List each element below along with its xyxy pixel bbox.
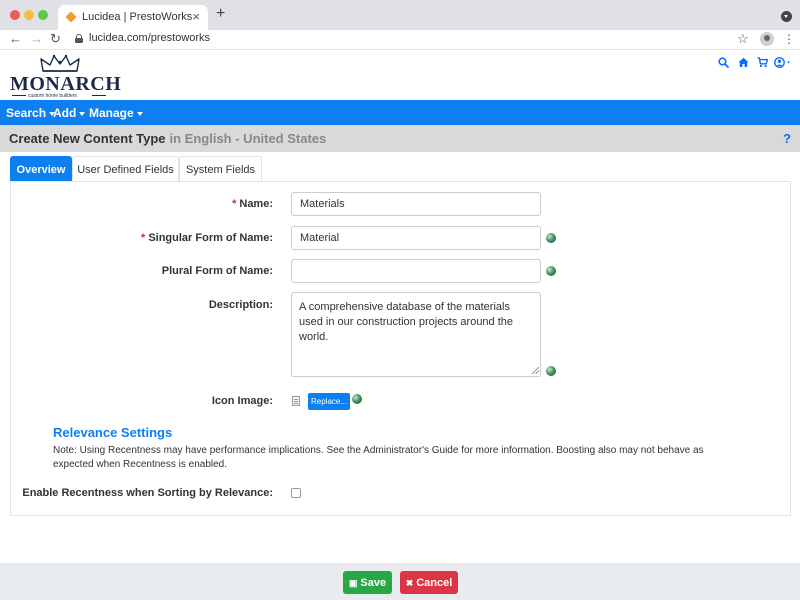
url-field[interactable]: lucidea.com/prestoworks: [89, 32, 210, 44]
kebab-menu-icon[interactable]: ⋮: [783, 30, 795, 48]
required-marker: *: [141, 232, 146, 244]
recentness-label: Enable Recentness when Sorting by Releva…: [22, 487, 273, 499]
browser-tab-bar: Lucidea | PrestoWorks × +: [0, 0, 800, 30]
logo[interactable]: MONARCH custom home builders: [10, 54, 121, 99]
page-title-bar: Create New Content Type in English - Unit…: [0, 125, 800, 152]
tab-system-fields[interactable]: System Fields: [179, 156, 262, 182]
save-button-label: Save: [360, 576, 387, 589]
star-icon[interactable]: ☆: [737, 30, 749, 48]
nav-manage[interactable]: Manage: [89, 106, 143, 120]
save-button[interactable]: ▣ Save: [343, 571, 392, 594]
address-bar: ← → ↻ lucidea.com/prestoworks ☆ ⋮: [0, 30, 800, 50]
relevance-settings-heading: Relevance Settings: [53, 425, 173, 440]
translate-globe-icon[interactable]: [546, 233, 556, 243]
tab-user-defined-fields[interactable]: User Defined Fields: [72, 156, 179, 182]
plural-name-label: Plural Form of Name:: [161, 265, 273, 277]
back-arrow-icon[interactable]: ←: [9, 30, 22, 48]
form-footer: ▣ Save ✖ Cancel: [0, 563, 800, 600]
nav-add-label: Add: [53, 106, 77, 120]
chevron-down-icon: [79, 111, 86, 116]
forward-arrow-icon[interactable]: →: [30, 30, 43, 48]
cancel-button-label: Cancel: [416, 576, 453, 589]
resize-handle-icon[interactable]: [532, 367, 539, 374]
singular-name-label: * Singular Form of Name:: [141, 232, 273, 244]
singular-name-label-text: Singular Form of Name:: [148, 232, 273, 244]
close-icon: ✖: [405, 577, 414, 588]
logo-rule-right: [92, 95, 106, 96]
floppy-disk-icon: ▣: [348, 577, 358, 588]
crown-icon: [40, 54, 80, 72]
translate-globe-icon[interactable]: [546, 266, 556, 276]
logo-rule-left: [12, 95, 26, 96]
translate-globe-icon[interactable]: [352, 394, 362, 404]
main-navbar: Search Add Manage: [0, 100, 800, 125]
replace-icon-button[interactable]: Replace...: [308, 393, 350, 410]
favicon-icon: [65, 11, 77, 23]
tab-overview[interactable]: Overview: [10, 156, 72, 182]
reload-icon[interactable]: ↻: [50, 30, 61, 48]
cancel-button[interactable]: ✖ Cancel: [400, 571, 458, 594]
tab-search-icon[interactable]: [781, 11, 792, 22]
file-icon: [292, 396, 300, 406]
new-tab-icon[interactable]: +: [216, 5, 225, 23]
name-input[interactable]: [291, 192, 541, 216]
maximize-window-button[interactable]: [38, 10, 48, 20]
name-label-text: Name:: [239, 198, 273, 210]
home-icon[interactable]: [738, 57, 749, 68]
nav-search[interactable]: Search: [6, 106, 56, 120]
description-label: Description:: [208, 299, 273, 311]
profile-icon[interactable]: [760, 32, 774, 46]
name-label: * Name:: [232, 198, 273, 210]
cart-icon[interactable]: [757, 57, 768, 68]
recentness-checkbox[interactable]: [291, 488, 301, 498]
minimize-window-button[interactable]: [24, 10, 34, 20]
user-menu-icon[interactable]: [774, 57, 793, 68]
singular-name-input[interactable]: [291, 226, 541, 250]
required-marker: *: [232, 198, 237, 210]
logo-tagline: custom home builders: [28, 93, 77, 99]
nav-manage-label: Manage: [89, 106, 134, 120]
close-tab-icon[interactable]: ×: [192, 9, 200, 24]
browser-tab-title: Lucidea | PrestoWorks: [82, 11, 193, 23]
icon-image-label: Icon Image:: [211, 395, 273, 407]
lock-icon[interactable]: [75, 34, 83, 43]
close-window-button[interactable]: [10, 10, 20, 20]
help-icon[interactable]: ?: [783, 131, 791, 146]
translate-globe-icon[interactable]: [546, 366, 556, 376]
site-header: MONARCH custom home builders: [0, 51, 800, 100]
description-textarea[interactable]: A comprehensive database of the material…: [291, 292, 541, 377]
chevron-down-icon: [136, 111, 143, 116]
search-icon[interactable]: [718, 57, 729, 68]
browser-tab[interactable]: Lucidea | PrestoWorks ×: [58, 5, 208, 30]
plural-name-input[interactable]: [291, 259, 541, 283]
page-subtitle: in English - United States: [169, 131, 327, 146]
nav-add[interactable]: Add: [53, 106, 86, 120]
relevance-note: Note: Using Recentness may have performa…: [53, 445, 704, 470]
page-title-text: Create New Content Type: [9, 131, 166, 146]
nav-search-label: Search: [6, 106, 47, 120]
page-title: Create New Content Type in English - Unit…: [9, 131, 326, 146]
